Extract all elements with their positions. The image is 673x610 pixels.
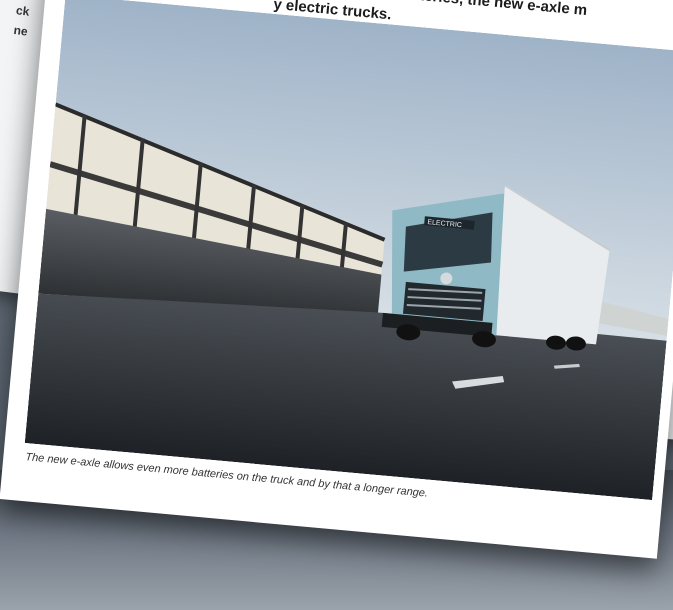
truck-photo: ELECTRIC	[24, 0, 673, 501]
headline-line-1: batteries, the new e-axle m	[396, 0, 588, 20]
side-text-left-2: ne	[12, 23, 29, 39]
side-text-left-1: ck	[15, 3, 31, 19]
article-headline: batteries, the new e-axle m y electric t…	[199, 0, 673, 23]
article-card: batteries, the new e-axle m y electric t…	[0, 0, 673, 559]
